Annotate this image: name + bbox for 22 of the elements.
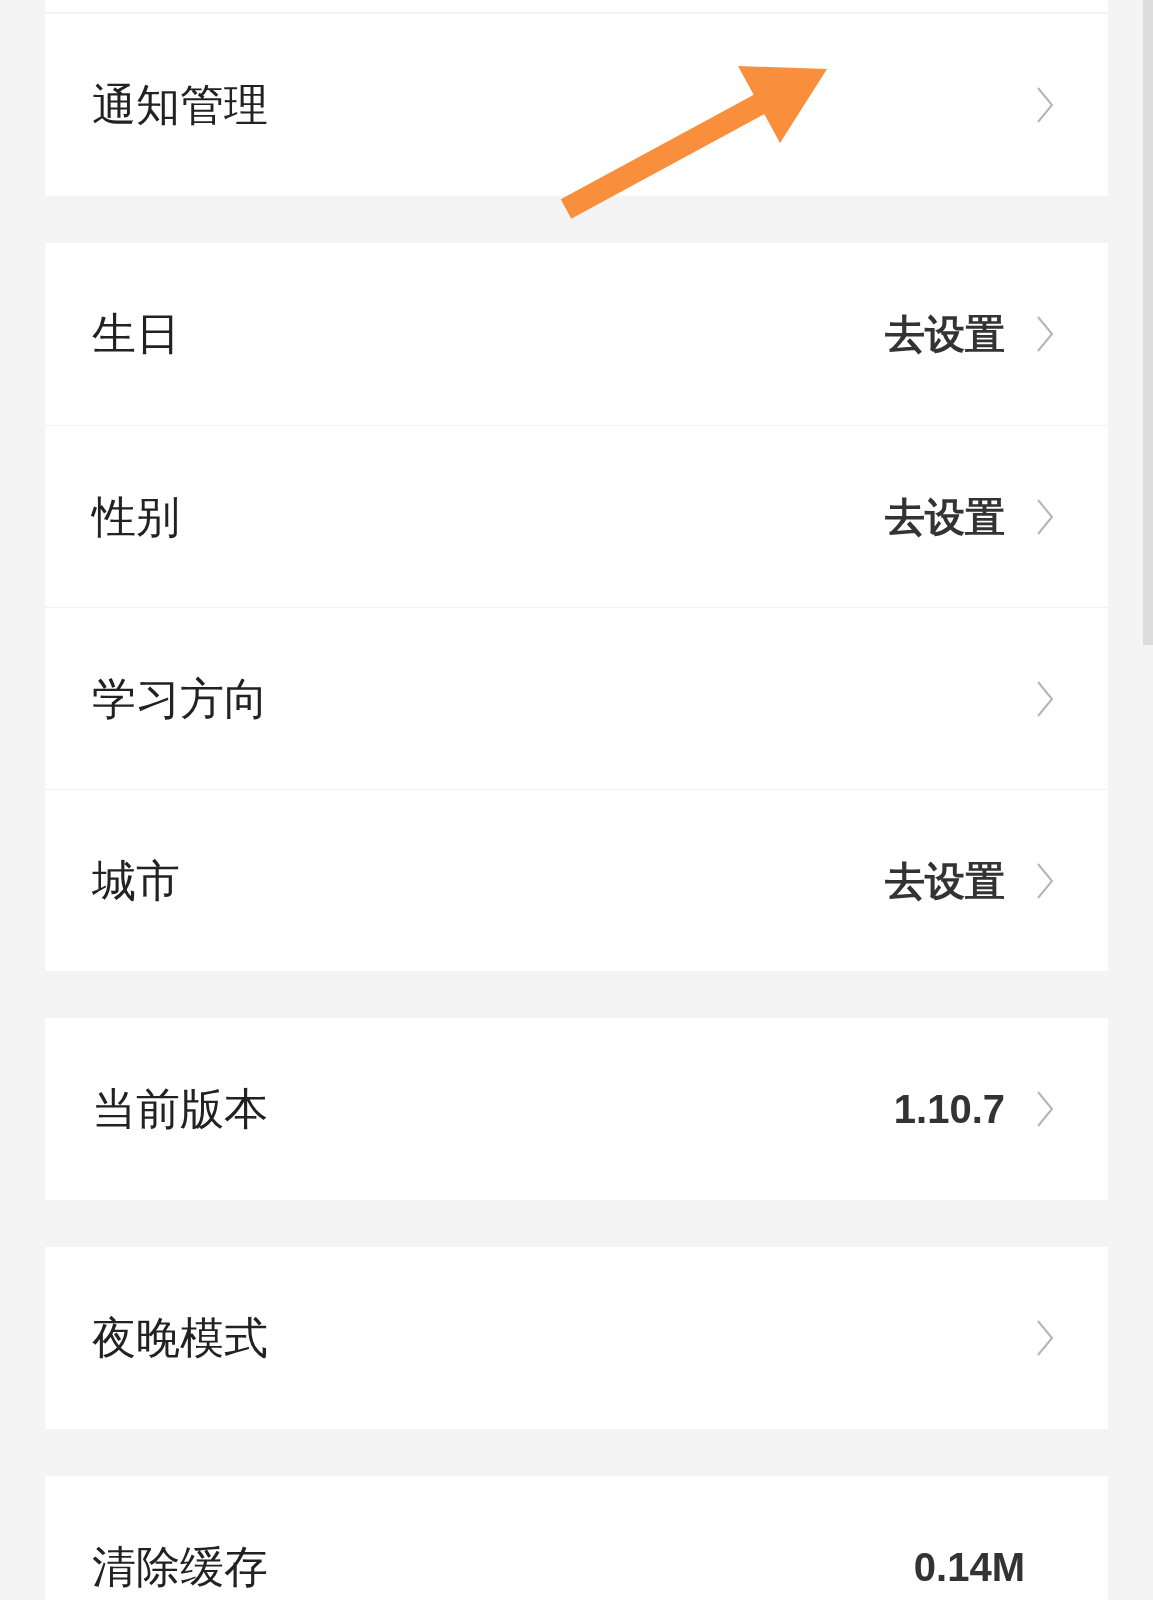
- row-value: 去设置: [885, 311, 1005, 358]
- row-value: 去设置: [885, 493, 1005, 541]
- row-value: 去设置: [885, 857, 1005, 905]
- scrollbar-thumb[interactable]: [1143, 0, 1153, 645]
- settings-row[interactable]: 城市 去设置: [45, 789, 1108, 971]
- row-label: 夜晚模式: [92, 1312, 268, 1364]
- row-label: 通知管理: [92, 79, 268, 131]
- settings-row[interactable]: 生日 去设置: [45, 243, 1108, 425]
- settings-row[interactable]: 当前版本 1.10.7: [45, 1018, 1108, 1200]
- row-value: 1.10.7: [893, 1086, 1005, 1133]
- settings-row[interactable]: 夜晚模式: [45, 1247, 1108, 1429]
- settings-row[interactable]: 性别 去设置: [45, 425, 1108, 607]
- row-label: 城市: [92, 854, 180, 907]
- settings-row[interactable]: 清除缓存 0.14M: [45, 1476, 1108, 1600]
- row-label: 清除缓存: [92, 1541, 268, 1593]
- settings-row[interactable]: 通知管理: [45, 14, 1108, 196]
- row-label: 生日: [92, 308, 180, 360]
- row-value: 0.14M: [913, 1544, 1025, 1591]
- row-label: 学习方向: [92, 672, 268, 725]
- row-label: 性别: [92, 490, 180, 543]
- settings-row[interactable]: 学习方向: [45, 607, 1108, 789]
- row-label: 当前版本: [92, 1083, 268, 1135]
